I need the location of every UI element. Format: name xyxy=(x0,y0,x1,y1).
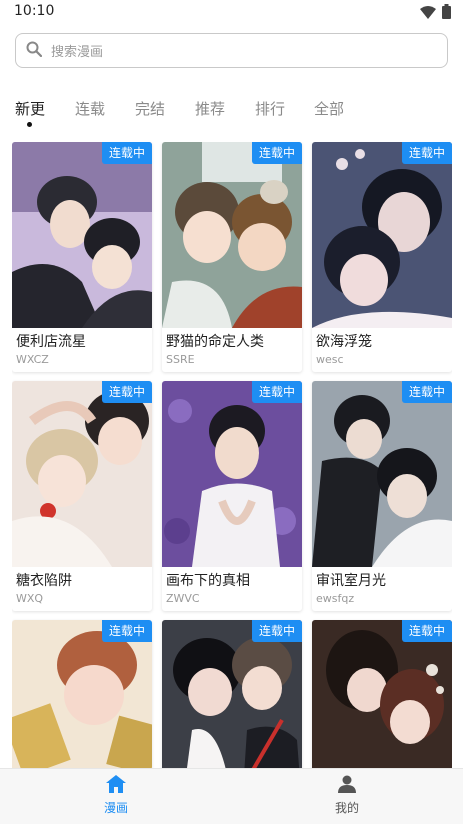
wifi-icon xyxy=(420,4,436,23)
comic-author: ewsfqz xyxy=(316,592,355,605)
comic-card[interactable]: 连载中 xyxy=(162,620,302,768)
home-icon xyxy=(106,775,126,797)
tab-completed[interactable]: 完结 xyxy=(135,98,165,119)
comic-title: 欲海浮笼 xyxy=(316,334,372,350)
comic-card[interactable]: 连载中 xyxy=(312,620,452,768)
comic-title: 糖衣陷阱 xyxy=(16,573,72,589)
comic-author: WXQ xyxy=(16,592,44,605)
tab-new[interactable]: 新更 xyxy=(15,98,45,119)
tab-all[interactable]: 全部 xyxy=(314,98,344,119)
status-bar: 10:10 xyxy=(0,0,463,26)
tab-ranking[interactable]: 排行 xyxy=(255,98,285,119)
comic-card[interactable]: 连载中 糖衣陷阱 WXQ xyxy=(12,381,152,611)
nav-profile-label: 我的 xyxy=(334,801,359,815)
bottom-nav: 漫画 我的 xyxy=(0,768,463,824)
status-badge: 连载中 xyxy=(401,381,452,403)
status-badge: 连载中 xyxy=(101,381,152,403)
comic-card[interactable]: 连载中 画布下的真相 ZWVC xyxy=(162,381,302,611)
status-badge: 连载中 xyxy=(101,142,152,164)
comic-card[interactable]: 连载中 欲海浮笼 wesc xyxy=(312,142,452,372)
status-badge: 连载中 xyxy=(251,381,302,403)
comic-title: 便利店流星 xyxy=(16,334,86,350)
status-icons xyxy=(420,4,451,23)
nav-comics[interactable]: 漫画 xyxy=(76,775,156,816)
comic-author: wesc xyxy=(316,353,344,366)
nav-comics-label: 漫画 xyxy=(103,801,128,815)
person-icon xyxy=(338,775,356,797)
comic-cover xyxy=(312,142,452,328)
search-placeholder: 搜索漫画 xyxy=(51,45,104,60)
status-badge: 连载中 xyxy=(251,620,302,642)
active-tab-indicator xyxy=(27,122,32,127)
comic-cover xyxy=(12,620,152,768)
comic-grid: 连载中 便利店流星 WXCZ 连载中 野猫的命定人类 SSRE 连载中 欲海浮笼… xyxy=(12,142,452,768)
comic-cover xyxy=(12,381,152,567)
tab-serializing[interactable]: 连载 xyxy=(75,98,105,119)
status-badge: 连载中 xyxy=(401,620,452,642)
comic-author: SSRE xyxy=(166,353,195,366)
comic-cover xyxy=(162,142,302,328)
comic-title: 画布下的真相 xyxy=(166,573,250,589)
status-time: 10:10 xyxy=(14,3,55,19)
tab-recommended[interactable]: 推荐 xyxy=(195,98,225,119)
comic-author: WXCZ xyxy=(16,353,49,366)
status-badge: 连载中 xyxy=(101,620,152,642)
battery-icon xyxy=(442,4,451,23)
comic-card[interactable]: 连载中 野猫的命定人类 SSRE xyxy=(162,142,302,372)
search-icon xyxy=(26,41,43,61)
comic-card[interactable]: 连载中 便利店流星 WXCZ xyxy=(12,142,152,372)
search-input[interactable]: 搜索漫画 xyxy=(15,33,448,68)
comic-cover xyxy=(162,381,302,567)
comic-cover xyxy=(312,620,452,768)
comic-author: ZWVC xyxy=(166,592,200,605)
status-badge: 连载中 xyxy=(401,142,452,164)
comic-cover xyxy=(162,620,302,768)
comic-card[interactable]: 连载中 审讯室月光 ewsfqz xyxy=(312,381,452,611)
nav-profile[interactable]: 我的 xyxy=(307,775,387,816)
comic-cover xyxy=(12,142,152,328)
comic-cover xyxy=(312,381,452,567)
comic-title: 审讯室月光 xyxy=(316,573,386,589)
comic-card[interactable]: 连载中 xyxy=(12,620,152,768)
status-badge: 连载中 xyxy=(251,142,302,164)
comic-title: 野猫的命定人类 xyxy=(166,334,264,350)
